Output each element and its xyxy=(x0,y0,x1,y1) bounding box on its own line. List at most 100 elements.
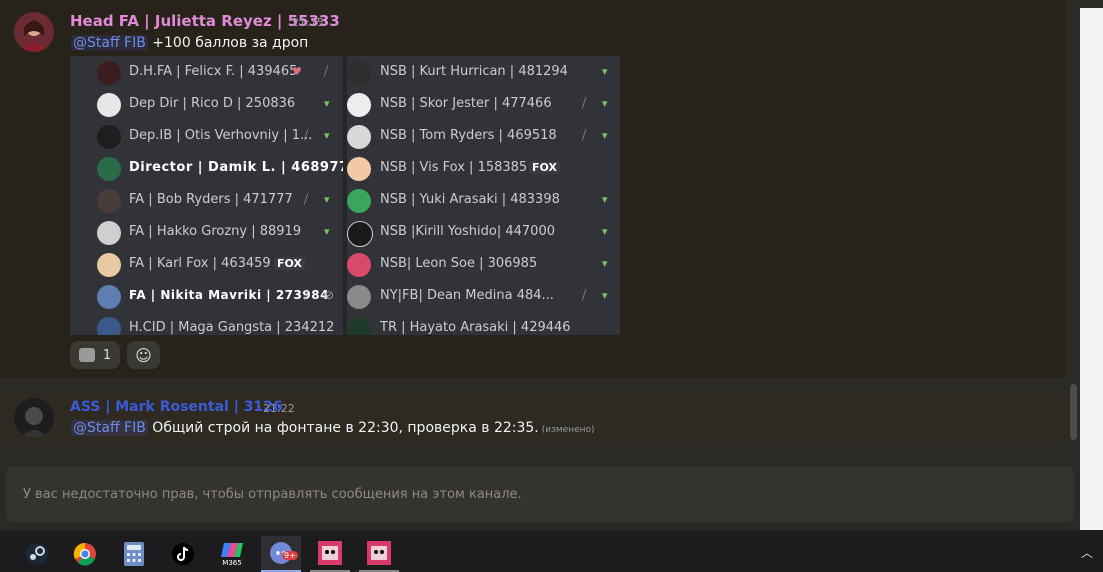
member-avatar xyxy=(97,189,121,213)
role-mention[interactable]: @Staff FIB xyxy=(71,35,148,51)
muted-icon: ⧸ xyxy=(582,288,587,302)
list-item: NSB |Kirill Yoshido| 447000 ▾ xyxy=(347,216,620,248)
member-avatar xyxy=(347,285,371,309)
member-name: D.H.FA | Felicx F. | 439465 xyxy=(129,64,298,79)
window-edge xyxy=(1080,0,1103,530)
member-name: NSB| Leon Soe | 306985 xyxy=(380,256,538,271)
gta-badge-icon: ▾ xyxy=(602,97,608,110)
game-icon[interactable] xyxy=(310,536,350,572)
muted-icon: ⧸ xyxy=(324,64,329,78)
member-avatar xyxy=(97,285,121,309)
list-item: Director | Damik L. | 468977 xyxy=(70,152,348,184)
message-composer: У вас недостаточно прав, чтобы отправлят… xyxy=(6,466,1074,522)
member-name: Dep Dir | Rico D | 250836 xyxy=(129,96,296,111)
gta-badge-icon: ▾ xyxy=(324,193,330,206)
taskbar: M365 9+ ︿ xyxy=(0,532,1103,572)
list-item: NY|FB| Dean Medina 484... ⧸ ▾ xyxy=(347,280,620,312)
gta-badge-icon: ▾ xyxy=(602,257,608,270)
discord-icon[interactable]: 9+ xyxy=(261,536,301,572)
m365-icon[interactable]: M365 xyxy=(212,536,252,572)
member-avatar xyxy=(347,317,371,335)
member-name: TR | Hayato Arasaki | 429446 xyxy=(380,320,571,335)
member-name: NSB | Skor Jester | 477466 xyxy=(380,96,552,111)
avatar[interactable] xyxy=(14,12,54,52)
member-name: NSB |Kirill Yoshido| 447000 xyxy=(380,224,555,239)
member-name: NSB | Vis Fox | 158385 xyxy=(380,160,528,175)
member-avatar xyxy=(97,253,121,277)
member-avatar xyxy=(97,93,121,117)
game-icon-2[interactable] xyxy=(359,536,399,572)
message-author[interactable]: ASS | Mark Rosental | 3126 xyxy=(70,399,283,415)
member-name: FA | Bob Ryders | 471777 xyxy=(129,192,293,207)
message-timestamp: 21:22 xyxy=(263,402,295,415)
add-reaction-button[interactable]: ☺ xyxy=(127,341,160,369)
member-name: Director | Damik L. | 468977 xyxy=(129,160,349,175)
m365-label: M365 xyxy=(222,559,242,567)
gta-badge-icon: ▾ xyxy=(602,289,608,302)
muted-icon: ⧸ xyxy=(304,128,309,142)
message-2: ASS | Mark Rosental | 3126 21:22 @Staff … xyxy=(0,395,1066,443)
message-text: +100 баллов за дроп xyxy=(152,35,309,51)
muted-icon: ⧸ xyxy=(582,96,587,110)
list-item: NSB| Leon Soe | 306985 ▾ xyxy=(347,248,620,280)
steam-icon[interactable] xyxy=(17,536,57,572)
reaction-button[interactable]: 1 xyxy=(70,341,120,369)
member-avatar xyxy=(347,253,371,277)
member-name: NSB | Tom Ryders | 469518 xyxy=(380,128,557,143)
member-name: NSB | Kurt Hurrican | 481294 xyxy=(380,64,568,79)
member-name: Dep.IB | Otis Verhovniy | 1... xyxy=(129,128,313,143)
list-item: NSB | Vis Fox | 158385 FOX xyxy=(347,152,620,184)
list-item: FA | Nikita Mavriki | 273984 ⧸ ⊘ xyxy=(70,280,343,312)
list-item: D.H.FA | Felicx F. | 439465 ♥ ⧸ xyxy=(70,56,343,88)
message-text: Общий строй на фонтане в 22:30, проверка… xyxy=(152,420,539,436)
message-1: Head FA | Julietta Reyez | 55333 21:15 @… xyxy=(0,0,1066,378)
deafened-icon: ⊘ xyxy=(324,288,335,302)
member-avatar xyxy=(347,221,373,247)
member-avatar xyxy=(97,125,121,149)
scrollbar-thumb[interactable] xyxy=(1070,384,1077,440)
member-name: NSB | Yuki Arasaki | 483398 xyxy=(380,192,560,207)
composer-placeholder: У вас недостаточно прав, чтобы отправлят… xyxy=(23,487,522,502)
list-item: NSB | Yuki Arasaki | 483398 ▾ xyxy=(347,184,620,216)
heart-badge-icon: ♥ xyxy=(292,65,302,78)
list-item: NSB | Skor Jester | 477466 ⧸ ▾ xyxy=(347,88,620,120)
role-mention[interactable]: @Staff FIB xyxy=(71,420,148,436)
list-item: FA | Karl Fox | 463459 FOX xyxy=(70,248,343,280)
member-name: H.CID | Maga Gangsta | 234212 xyxy=(129,320,335,335)
member-avatar xyxy=(347,61,371,85)
reaction-count: 1 xyxy=(102,347,112,363)
chrome-icon[interactable] xyxy=(65,536,105,572)
message-content: @Staff FIB Общий строй на фонтане в 22:3… xyxy=(71,420,595,436)
muted-icon: ⧸ xyxy=(304,192,309,206)
gta-badge-icon: ▾ xyxy=(324,129,330,142)
fox-tag: FOX xyxy=(274,257,305,270)
message-content: @Staff FIB +100 баллов за дроп xyxy=(71,35,308,51)
list-item: TR | Hayato Arasaki | 429446 xyxy=(347,312,620,335)
chevron-up-icon[interactable]: ︿ xyxy=(1081,544,1093,561)
member-avatar xyxy=(97,157,121,181)
member-avatar xyxy=(97,221,121,245)
avatar[interactable] xyxy=(14,398,54,438)
member-avatar xyxy=(347,125,371,149)
member-name: FA | Nikita Mavriki | 273984 xyxy=(129,288,329,302)
member-list-right: NSB | Kurt Hurrican | 481294 ▾ NSB | Sko… xyxy=(347,56,620,335)
list-item: Dep Dir | Rico D | 250836 ▾ xyxy=(70,88,343,120)
member-avatar xyxy=(97,317,121,335)
add-reaction-icon: ☺ xyxy=(135,345,152,365)
calculator-icon[interactable] xyxy=(114,536,154,572)
gta-badge-icon: ▾ xyxy=(324,225,330,238)
member-name: FA | Karl Fox | 463459 xyxy=(129,256,271,271)
list-item: NSB | Kurt Hurrican | 481294 ▾ xyxy=(347,56,620,88)
custom-emoji-icon xyxy=(78,348,95,362)
chat-area: 😂 🤣 🤟 ☺ ↷ ⋯ Head FA | Julietta Reyez | 5… xyxy=(0,0,1080,530)
edited-label: (изменено) xyxy=(541,425,595,435)
gta-badge-icon: ▾ xyxy=(602,65,608,78)
list-item: FA | Bob Ryders | 471777 ⧸ ▾ xyxy=(70,184,343,216)
member-name: NY|FB| Dean Medina 484... xyxy=(380,288,554,303)
list-item: NSB | Tom Ryders | 469518 ⧸ ▾ xyxy=(347,120,620,152)
gta-badge-icon: ▾ xyxy=(602,193,608,206)
attached-screenshot[interactable]: D.H.FA | Felicx F. | 439465 ♥ ⧸ Dep Dir … xyxy=(70,56,620,335)
gta-badge-icon: ▾ xyxy=(602,225,608,238)
notification-badge: 9+ xyxy=(282,551,298,560)
tiktok-icon[interactable] xyxy=(163,536,203,572)
